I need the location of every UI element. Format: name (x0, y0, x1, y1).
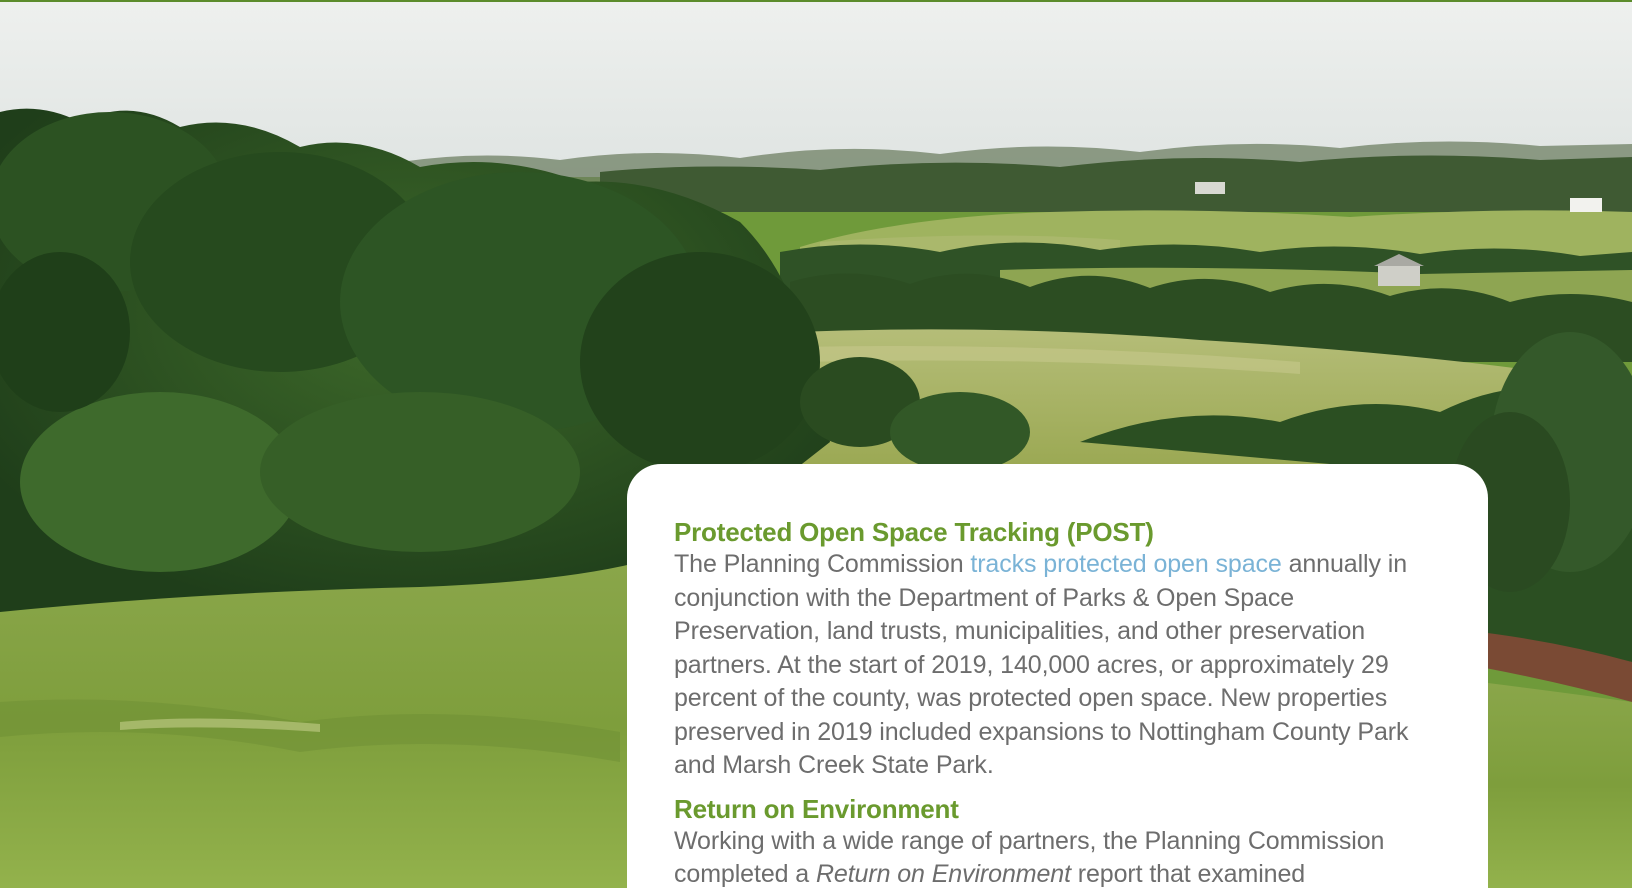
tracks-protected-open-space-link[interactable]: tracks protected open space (970, 550, 1281, 578)
post-body-rest: annually in conjunction with the Departm… (674, 550, 1409, 779)
page: Protected Open Space Tracking (POST) The… (0, 0, 1632, 888)
post-body-intro: The Planning Commission (674, 550, 971, 578)
post-section-body: The Planning Commission tracks protected… (674, 548, 1440, 783)
top-rule (0, 0, 1632, 2)
content-card: Protected Open Space Tracking (POST) The… (627, 464, 1488, 888)
return-on-environment-heading: Return on Environment (674, 793, 959, 824)
roe-body-rest: report that examined (1070, 860, 1306, 888)
post-section-heading: Protected Open Space Tracking (POST) (674, 517, 1154, 547)
roe-report-title: Return on Environment (815, 860, 1071, 888)
return-on-environment-body: Working with a wide range of partners, t… (674, 825, 1440, 888)
